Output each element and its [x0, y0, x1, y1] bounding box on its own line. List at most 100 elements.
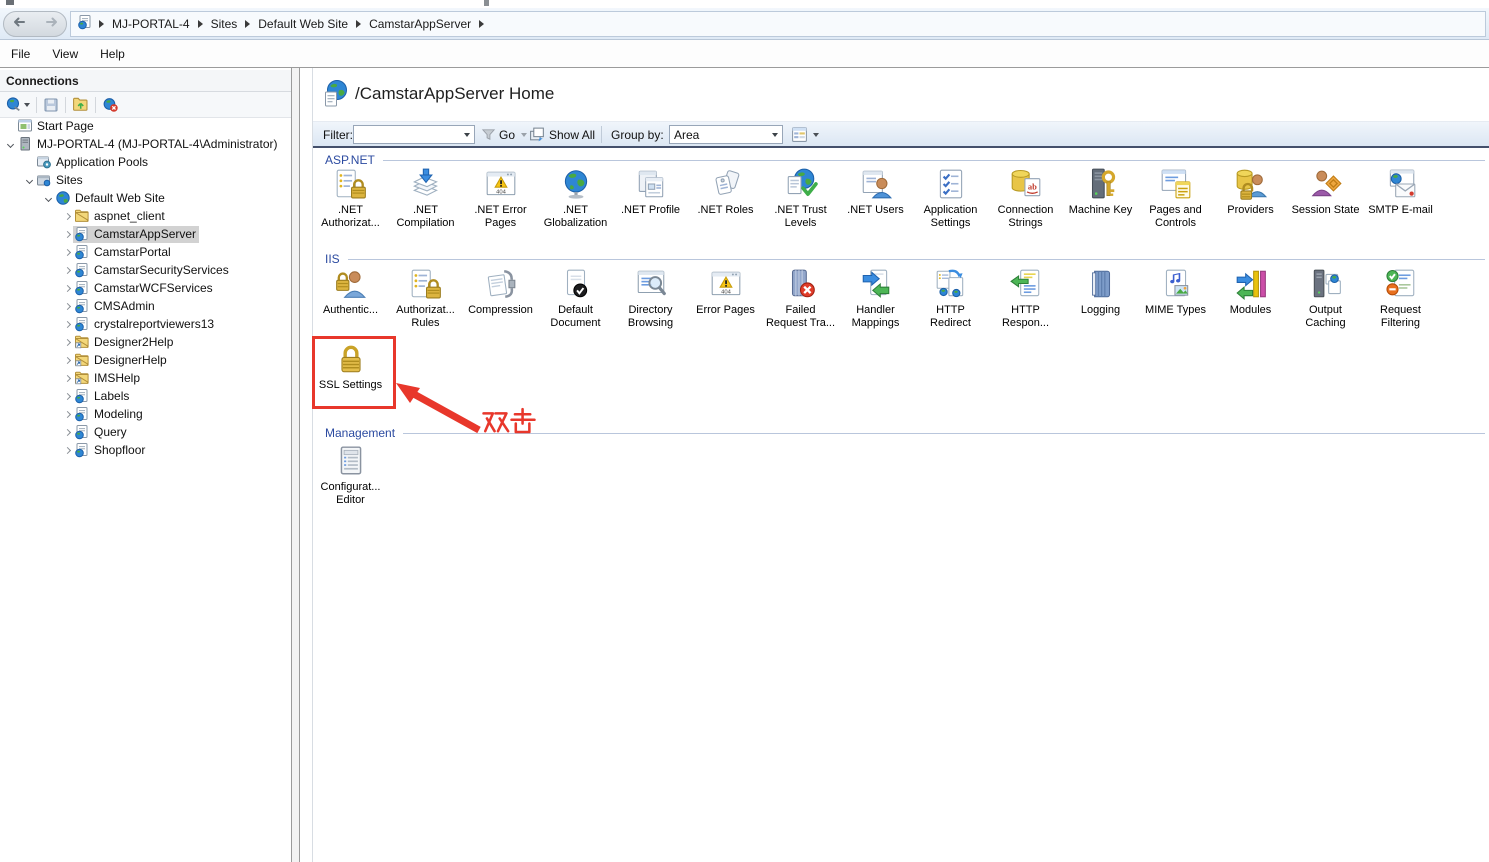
feature-directory-browsing[interactable]: Directory Browsing: [613, 267, 688, 330]
breadcrumb-segment[interactable]: MJ-PORTAL-4: [108, 15, 194, 33]
tree-expander-icon[interactable]: [42, 194, 54, 202]
forward-button[interactable]: [42, 13, 60, 36]
feature-authorization-rules[interactable]: Authorizat... Rules: [388, 267, 463, 330]
sites-icon: [36, 172, 52, 188]
feature-net-roles[interactable]: .NET Roles: [688, 167, 763, 230]
feature-output-caching[interactable]: Output Caching: [1288, 267, 1363, 330]
go-button[interactable]: Go: [499, 122, 515, 147]
tree-item-mjportal4[interactable]: MJ-PORTAL-4 (MJ-PORTAL-4\Administrator): [0, 135, 291, 153]
feature-providers[interactable]: Providers: [1213, 167, 1288, 230]
tree-item-imshelp[interactable]: IMSHelp: [0, 369, 291, 387]
up-folder-button[interactable]: [69, 94, 92, 115]
tree-expander-icon[interactable]: [4, 140, 16, 148]
tree-item-modeling[interactable]: Modeling: [0, 405, 291, 423]
feature-application-settings[interactable]: Application Settings: [913, 167, 988, 230]
feature-logging[interactable]: Logging: [1063, 267, 1138, 330]
breadcrumb[interactable]: MJ-PORTAL-4 Sites Default Web Site CamstarA…: [70, 11, 1486, 37]
tree-expander-icon[interactable]: [61, 320, 73, 328]
tree-expander-icon[interactable]: [61, 392, 73, 400]
connect-server-button[interactable]: [2, 94, 33, 115]
show-all-button[interactable]: Show All: [549, 122, 595, 147]
panel-splitter[interactable]: [292, 68, 300, 862]
feature-compression[interactable]: Compression: [463, 267, 538, 330]
tree-item-labels[interactable]: Labels: [0, 387, 291, 405]
splitter-gutter: [301, 68, 312, 862]
feature-modules[interactable]: Modules: [1213, 267, 1288, 330]
back-button[interactable]: [11, 13, 29, 36]
tree-item-start[interactable]: Start Page: [0, 117, 291, 135]
feature-failed-request-tracing[interactable]: Failed Request Tra...: [763, 267, 838, 330]
tree-item-designerhelp[interactable]: DesignerHelp: [0, 351, 291, 369]
tree-expander-icon[interactable]: [61, 374, 73, 382]
tree-item-label: CamstarSecurityServices: [94, 263, 229, 277]
breadcrumb-separator-icon: [197, 20, 203, 28]
tree-item-aspnetclient[interactable]: aspnet_client: [0, 207, 291, 225]
breadcrumb-segment[interactable]: CamstarAppServer: [365, 15, 475, 33]
feature-net-authorization[interactable]: .NET Authorizat...: [313, 167, 388, 230]
tree-item-sites[interactable]: Sites: [0, 171, 291, 189]
iis-manager-window: MJ-PORTAL-4 Sites Default Web Site CamstarA…: [0, 0, 1489, 862]
feature-label: Handler Mappings: [851, 304, 900, 329]
feature-configuration-editor[interactable]: Configurat... Editor: [313, 444, 388, 507]
tree-expander-icon[interactable]: [61, 266, 73, 274]
tree-expander-icon[interactable]: [61, 356, 73, 364]
feature-authentication[interactable]: Authentic...: [313, 267, 388, 330]
menu-item-view[interactable]: View: [41, 42, 89, 66]
feature-net-users[interactable]: .NET Users: [838, 167, 913, 230]
tree-expander-icon[interactable]: [61, 338, 73, 346]
tree-item-designer2help[interactable]: Designer2Help: [0, 333, 291, 351]
tree-expander-icon[interactable]: [61, 284, 73, 292]
tree-expander-icon[interactable]: [61, 248, 73, 256]
feature-http-response[interactable]: HTTP Respon...: [988, 267, 1063, 330]
page-title: /CamstarAppServer Home: [355, 84, 555, 103]
feature-mime-types[interactable]: MIME Types: [1138, 267, 1213, 330]
tree-item-camstarwcfservices[interactable]: CamstarWCFServices: [0, 279, 291, 297]
feature-net-profile[interactable]: .NET Profile: [613, 167, 688, 230]
feature-default-document[interactable]: Default Document: [538, 267, 613, 330]
webapp-icon: [74, 298, 90, 314]
feature-session-state[interactable]: Session State: [1288, 167, 1363, 230]
tree-expander-icon[interactable]: [61, 428, 73, 436]
delete-connection-button[interactable]: [99, 94, 122, 115]
feature-handler-mappings[interactable]: Handler Mappings: [838, 267, 913, 330]
show-all-icon: [529, 122, 546, 147]
logging-icon: [1084, 267, 1118, 301]
feature-smtp-email[interactable]: SMTP E-mail: [1363, 167, 1438, 230]
feature-machine-key[interactable]: Machine Key: [1063, 167, 1138, 230]
tree-expander-icon[interactable]: [61, 410, 73, 418]
feature-http-redirect[interactable]: HTTP Redirect: [913, 267, 988, 330]
tree-item-camstarappserver[interactable]: CamstarAppServer: [0, 225, 291, 243]
tree-item-query[interactable]: Query: [0, 423, 291, 441]
feature-connection-strings[interactable]: ab Connection Strings: [988, 167, 1063, 230]
tree-item-label: Designer2Help: [94, 335, 174, 349]
breadcrumb-segment[interactable]: Sites: [207, 15, 242, 33]
tree-item-application[interactable]: Application Pools: [0, 153, 291, 171]
feature-error-pages[interactable]: 404 Error Pages: [688, 267, 763, 330]
tree-expander-icon[interactable]: [61, 230, 73, 238]
save-connections-button[interactable]: [40, 95, 62, 115]
feature-label: Pages and Controls: [1149, 204, 1202, 229]
view-style-button[interactable]: [791, 122, 808, 147]
tree-expander-icon[interactable]: [61, 302, 73, 310]
feature-request-filtering[interactable]: Request Filtering: [1363, 267, 1438, 330]
tree-item-crystalreportviewers13[interactable]: crystalreportviewers13: [0, 315, 291, 333]
feature-pages-and-controls[interactable]: Pages and Controls: [1138, 167, 1213, 230]
tree-item-default[interactable]: Default Web Site: [0, 189, 291, 207]
tree-expander-icon[interactable]: [61, 446, 73, 454]
feature-net-trust-levels[interactable]: .NET Trust Levels: [763, 167, 838, 230]
group-by-select[interactable]: Area: [669, 125, 783, 144]
tree-item-shopfloor[interactable]: Shopfloor: [0, 441, 291, 459]
tree-item-camstarsecurityservices[interactable]: CamstarSecurityServices: [0, 261, 291, 279]
tree-expander-icon[interactable]: [23, 176, 35, 184]
tree-item-cmsadmin[interactable]: CMSAdmin: [0, 297, 291, 315]
breadcrumb-segment[interactable]: Default Web Site: [254, 15, 352, 33]
menu-item-help[interactable]: Help: [89, 42, 136, 66]
tree-item-camstarportal[interactable]: CamstarPortal: [0, 243, 291, 261]
feature-net-compilation[interactable]: .NET Compilation: [388, 167, 463, 230]
webapp-icon: [74, 442, 90, 458]
feature-net-error-pages[interactable]: 404 .NET Error Pages: [463, 167, 538, 230]
tree-expander-icon[interactable]: [61, 212, 73, 220]
filter-input[interactable]: [353, 125, 475, 144]
feature-net-globalization[interactable]: .NET Globalization: [538, 167, 613, 230]
menu-item-file[interactable]: File: [0, 42, 41, 66]
